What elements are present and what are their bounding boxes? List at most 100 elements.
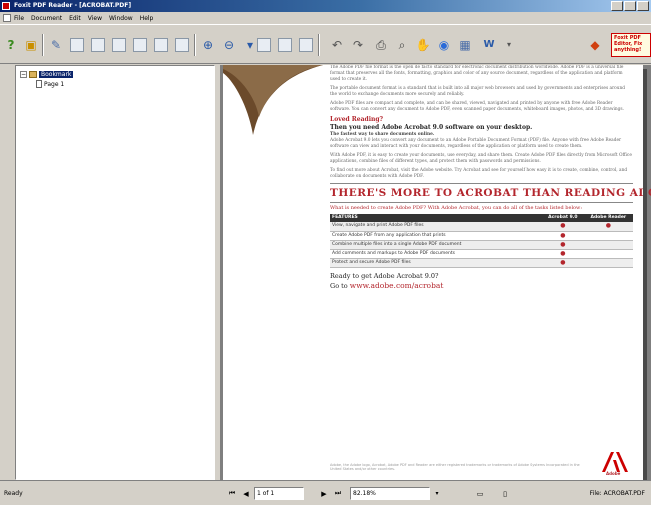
- actual-size-icon[interactable]: [255, 36, 273, 54]
- first-page-icon[interactable]: [110, 36, 128, 54]
- table-cell: [583, 249, 633, 259]
- zoom-field[interactable]: 82.18%: [350, 487, 430, 500]
- collapse-icon[interactable]: −: [20, 70, 27, 78]
- tree-item-page-1[interactable]: Page 1: [20, 79, 73, 89]
- rotate-right-icon[interactable]: ↷: [349, 36, 367, 54]
- document-view[interactable]: The Adobe PDF file format is the open de…: [220, 65, 651, 480]
- menu-window[interactable]: Window: [109, 15, 133, 22]
- page-decoration: [223, 65, 323, 135]
- page-item-label[interactable]: Page 1: [44, 81, 64, 88]
- table-cell: ●: [542, 240, 584, 250]
- fit-width-icon[interactable]: [297, 36, 315, 54]
- menu-help[interactable]: Help: [140, 15, 154, 22]
- table-cell: [583, 231, 633, 241]
- toolbar: ? ▣ ✎ ⊕ ⊖ ▾ ↶ ↷ ⎙ ⌕ ✋ ◉ ▦ W ▾ ◆ Foxit PD…: [0, 24, 651, 64]
- table-cell: ●: [542, 231, 584, 241]
- table-cell: ●: [542, 222, 584, 232]
- bookmarks-panel: − Bookmark Page 1: [15, 65, 215, 480]
- title-bar: Foxit PDF Reader - [ACROBAT.PDF]: [0, 0, 651, 12]
- last-page-icon[interactable]: [173, 36, 191, 54]
- table-cell: Create Adobe PDF from any application th…: [330, 231, 543, 241]
- cta-goto: Go to: [330, 281, 348, 290]
- table-header-row: FEATURES Acrobat 9.0 Adobe Reader: [330, 214, 633, 222]
- last-page-button[interactable]: ⏭: [332, 487, 344, 500]
- table-header: Acrobat 9.0: [542, 214, 584, 222]
- toolbar-separator: [42, 34, 44, 56]
- next-page-button[interactable]: ▶: [318, 487, 330, 500]
- continuous-layout-icon[interactable]: ▯: [495, 487, 515, 500]
- paragraph: With Adobe PDF, it is easy to create you…: [330, 153, 632, 164]
- zoom-out-icon[interactable]: ⊖: [220, 36, 238, 54]
- table-header: FEATURES: [330, 214, 543, 222]
- zoom-dropdown-icon[interactable]: ▾: [432, 487, 442, 500]
- table-cell: ●: [542, 249, 584, 259]
- next-page-icon[interactable]: [152, 36, 170, 54]
- table-cell: Combine multiple files into a single Ado…: [330, 240, 543, 250]
- print-icon[interactable]: ⎙: [372, 36, 390, 54]
- open-folder-icon[interactable]: ▣: [22, 36, 40, 54]
- app-icon: [2, 2, 10, 10]
- hand-tool-icon[interactable]: ✎: [47, 36, 65, 54]
- page-content: The Adobe PDF file format is the open de…: [330, 65, 651, 291]
- menu-document[interactable]: Document: [31, 15, 62, 22]
- minimize-button[interactable]: [611, 1, 623, 11]
- document-icon: [3, 14, 11, 22]
- table-cell: ●: [542, 258, 584, 268]
- hand-icon[interactable]: ✋: [414, 36, 432, 54]
- word-icon[interactable]: W: [480, 36, 498, 54]
- table-row: View, navigate and print Adobe PDF files…: [330, 222, 633, 232]
- search-icon[interactable]: ⌕: [393, 36, 411, 54]
- help-icon[interactable]: ?: [2, 36, 20, 54]
- paragraph: Adobe PDF files are compact and complete…: [330, 101, 624, 112]
- paragraph: To find out more about Acrobat, visit th…: [330, 168, 628, 179]
- fit-page-icon[interactable]: [276, 36, 294, 54]
- maximize-button[interactable]: [624, 1, 636, 11]
- table-header: Adobe Reader: [583, 214, 633, 222]
- adobe-url-link[interactable]: www.adobe.com/acrobat: [350, 281, 444, 290]
- menu-bar: File Document Edit View Window Help: [0, 12, 651, 24]
- ad-banner[interactable]: Foxit PDF Editor, Fix anything!: [611, 33, 651, 57]
- prev-page-icon[interactable]: [131, 36, 149, 54]
- intro-line: What is needed to create Adobe PDF? With…: [330, 205, 583, 211]
- web-icon[interactable]: ▦: [456, 36, 474, 54]
- page-layout-icon[interactable]: ▭: [470, 487, 490, 500]
- page-shadow: [643, 69, 647, 480]
- tree-root[interactable]: − Bookmark: [20, 69, 74, 79]
- menu-view[interactable]: View: [88, 15, 102, 22]
- table-row: Combine multiple files into a single Ado…: [330, 240, 633, 250]
- status-bar: Ready ⏮ ◀ 1 of 1 ▶ ⏭ 82.18% ▾ ▭ ▯ File: …: [0, 480, 651, 505]
- bookmark-root-label[interactable]: Bookmark: [39, 70, 74, 78]
- menu-edit[interactable]: Edit: [69, 15, 81, 22]
- page-number-field[interactable]: 1 of 1: [254, 487, 304, 500]
- adobe-logo-text: Adobe: [606, 471, 621, 476]
- fine-print: Adobe, the Adobe logo, Acrobat, Adobe PD…: [330, 463, 580, 471]
- pdf-page: The Adobe PDF file format is the open de…: [223, 65, 651, 480]
- status-text: Ready: [4, 490, 23, 497]
- bookmark-tree: − Bookmark Page 1: [20, 69, 74, 89]
- table-row: Protect and secure Adobe PDF files ●: [330, 258, 633, 268]
- select-text-icon[interactable]: [68, 36, 86, 54]
- divider: [330, 202, 633, 203]
- rotate-left-icon[interactable]: ↶: [328, 36, 346, 54]
- prev-page-button[interactable]: ◀: [240, 487, 252, 500]
- table-cell: ●: [583, 222, 633, 232]
- menu-file[interactable]: File: [14, 15, 24, 22]
- close-button[interactable]: [637, 1, 649, 11]
- first-page-button[interactable]: ⏮: [226, 487, 238, 500]
- toolbar-separator: [318, 34, 320, 56]
- foxit-logo-icon[interactable]: ◆: [586, 36, 604, 54]
- zoom-in-icon[interactable]: ⊕: [199, 36, 217, 54]
- paragraph: The Adobe PDF file format is the open de…: [330, 65, 624, 82]
- table-row: Add comments and markups to Adobe PDF do…: [330, 249, 633, 259]
- snapshot-icon[interactable]: [89, 36, 107, 54]
- dropdown-arrow-icon[interactable]: ▾: [500, 36, 518, 54]
- window-title: Foxit PDF Reader - [ACROBAT.PDF]: [14, 2, 132, 9]
- toolbar-separator: [194, 34, 196, 56]
- bookmark-icon: [29, 70, 37, 78]
- table-row: Create Adobe PDF from any application th…: [330, 231, 633, 241]
- page-icon: [36, 80, 42, 88]
- window-controls: [611, 1, 649, 11]
- globe-icon[interactable]: ◉: [435, 36, 453, 54]
- divider: [330, 183, 633, 184]
- cta-line-2: Go to www.adobe.com/acrobat: [330, 281, 633, 291]
